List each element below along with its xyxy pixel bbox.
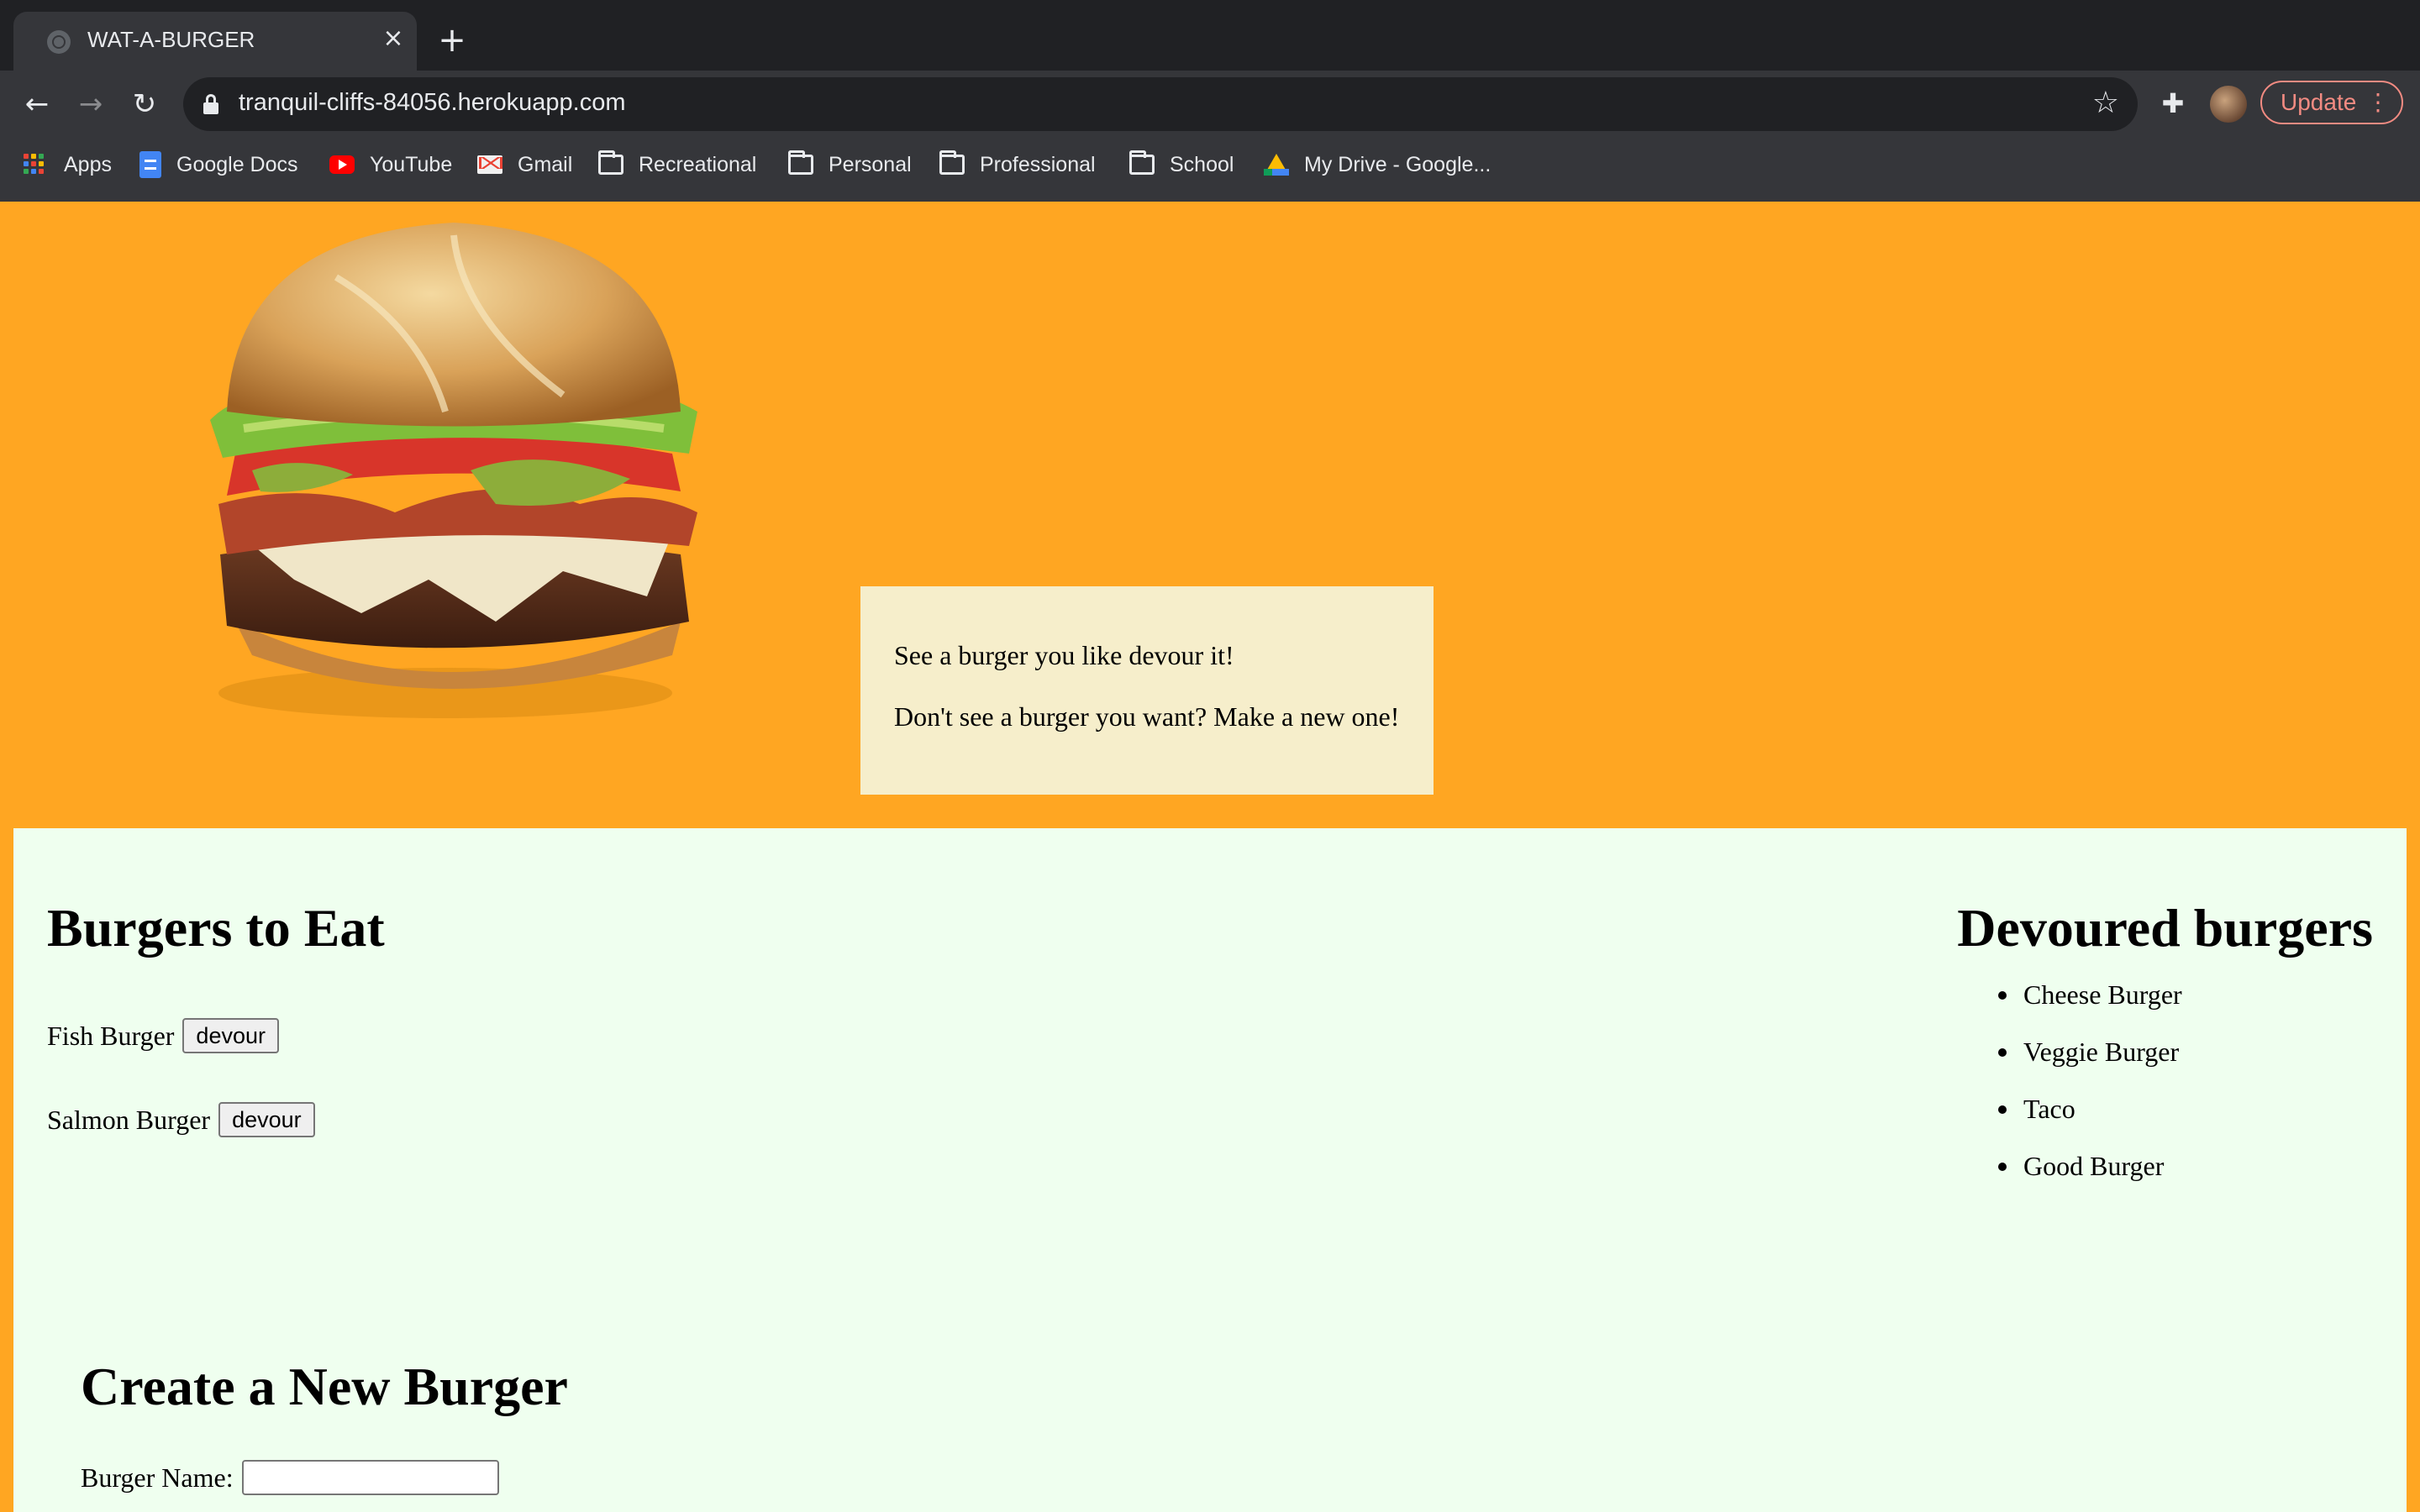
bookmark-label: Apps: [64, 152, 112, 176]
tab-title: WAT-A-BURGER: [87, 27, 255, 52]
address-bar[interactable]: tranquil-cliffs-84056.herokuapp.com ☆: [183, 77, 2138, 131]
bookmark-personal[interactable]: Personal: [788, 146, 912, 183]
burger-image: [210, 223, 697, 718]
intro-line-2: Don't see a burger you want? Make a new …: [894, 701, 1400, 732]
google-docs-icon: [139, 151, 161, 178]
main-panel: Burgers to Eat Fish Burger devour Salmon…: [13, 828, 2407, 1512]
intro-line-1: See a burger you like devour it!: [894, 640, 1234, 670]
update-button[interactable]: Update ⋮: [2260, 81, 2403, 124]
bookmark-label: YouTube: [370, 152, 453, 176]
bookmark-recreational[interactable]: Recreational: [598, 146, 756, 183]
list-item: Veggie Burger: [1998, 1035, 2182, 1092]
bookmark-gmail[interactable]: Gmail: [477, 146, 572, 183]
avatar[interactable]: [2210, 86, 2247, 123]
bookmark-school[interactable]: School: [1129, 146, 1234, 183]
burger-name-input[interactable]: [241, 1460, 499, 1495]
gmail-icon: [477, 155, 502, 174]
burgers-to-eat-heading: Burgers to Eat: [47, 898, 385, 958]
intro-box: See a burger you like devour it! Don't s…: [860, 586, 1434, 795]
lock-icon[interactable]: [203, 94, 218, 114]
devoured-list: Cheese Burger Veggie Burger Taco Good Bu…: [1998, 978, 2182, 1206]
bookmark-google-docs[interactable]: Google Docs: [139, 146, 298, 183]
back-icon[interactable]: ←: [15, 82, 59, 126]
bookmarks-bar: Apps Google Docs YouTube Gmail Recreatio…: [0, 138, 2420, 192]
url-text[interactable]: tranquil-cliffs-84056.herokuapp.com: [239, 89, 626, 117]
bookmark-label: Recreational: [639, 152, 757, 176]
browser-tab[interactable]: WAT-A-BURGER ×: [13, 12, 417, 71]
devoured-burgers-heading: Devoured burgers: [1957, 898, 2373, 958]
burger-name: Salmon Burger: [47, 1104, 211, 1135]
create-burger-heading: Create a New Burger: [81, 1357, 568, 1416]
bookmark-label: Gmail: [518, 152, 573, 176]
list-item: Cheese Burger: [1998, 978, 2182, 1035]
tab-strip: WAT-A-BURGER × +: [0, 0, 2420, 71]
star-icon[interactable]: ☆: [2092, 86, 2119, 120]
forward-icon[interactable]: →: [69, 82, 113, 126]
apps-icon: [24, 154, 49, 176]
bookmark-label: School: [1170, 152, 1234, 176]
burger-name-form: Burger Name:: [81, 1460, 499, 1495]
globe-icon: [47, 30, 71, 54]
folder-icon: [788, 150, 813, 175]
devour-button[interactable]: devour: [218, 1102, 315, 1137]
bookmark-apps[interactable]: Apps: [24, 146, 112, 183]
google-drive-icon: [1264, 154, 1289, 176]
close-tab-icon[interactable]: ×: [376, 22, 410, 55]
bookmark-my-drive[interactable]: My Drive - Google...: [1264, 146, 1491, 183]
folder-icon: [939, 150, 965, 175]
reload-icon[interactable]: ↻: [123, 82, 166, 126]
folder-icon: [598, 150, 623, 175]
burger-name-label: Burger Name:: [81, 1462, 234, 1493]
bookmark-label: Personal: [829, 152, 912, 176]
bookmark-professional[interactable]: Professional: [939, 146, 1096, 183]
kebab-menu-icon[interactable]: ⋮: [2366, 82, 2390, 123]
devour-button[interactable]: devour: [182, 1018, 279, 1053]
puzzle-icon[interactable]: ✚: [2156, 87, 2190, 121]
list-item: Taco: [1998, 1092, 2182, 1149]
burger-row: Fish Burger devour: [47, 1018, 279, 1053]
list-item: Good Burger: [1998, 1149, 2182, 1206]
bookmark-label: Google Docs: [176, 152, 298, 176]
folder-icon: [1129, 150, 1155, 175]
burger-row: Salmon Burger devour: [47, 1102, 315, 1137]
burger-name: Fish Burger: [47, 1020, 175, 1051]
new-tab-icon[interactable]: +: [434, 22, 471, 59]
bookmark-label: Professional: [980, 152, 1096, 176]
bookmark-youtube[interactable]: YouTube: [329, 146, 452, 183]
youtube-icon: [329, 155, 355, 174]
update-label: Update: [2281, 89, 2357, 115]
browser-toolbar: ← → ↻ tranquil-cliffs-84056.herokuapp.co…: [0, 71, 2420, 202]
bookmark-label: My Drive - Google...: [1304, 152, 1491, 176]
